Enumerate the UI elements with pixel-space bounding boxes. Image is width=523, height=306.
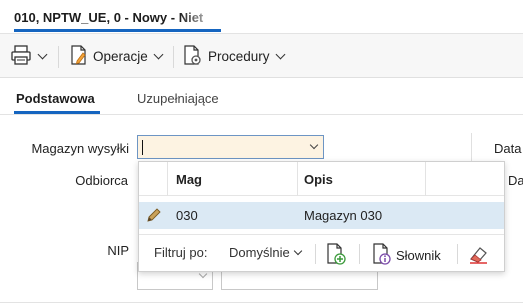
date-label: Data [494, 141, 522, 156]
tab-additional[interactable]: Uzupełniające [137, 91, 219, 106]
footer-separator [359, 244, 360, 264]
dictionary-button[interactable]: Słownik [371, 242, 441, 269]
footer-separator [315, 244, 316, 264]
column-header-opis[interactable]: Opis [304, 172, 333, 187]
footer-separator [457, 244, 458, 264]
toolbar-separator [173, 46, 174, 68]
date-label-secondary: Da [508, 173, 523, 188]
column-separator [167, 162, 168, 196]
column-header-mag[interactable]: Mag [176, 172, 202, 187]
list-item[interactable]: 030 Magazyn 030 [139, 202, 504, 229]
chevron-down-icon [293, 246, 302, 255]
cell-mag: 030 [176, 208, 198, 223]
nip-label: NIP [107, 243, 129, 258]
document-tab-title: 010, NPTW_UE, 0 - Nowy - Niet [14, 10, 204, 25]
cell-opis: Magazyn 030 [304, 208, 383, 223]
document-edit-icon [68, 44, 90, 69]
dictionary-label: Słownik [396, 248, 441, 263]
procedures-label: Procedury [208, 48, 270, 64]
popup-footer: Filtruj po: Domyślnie Słownik [139, 234, 504, 272]
operations-label: Operacje [93, 48, 148, 64]
column-separator [425, 162, 426, 196]
chevron-down-icon [275, 49, 285, 59]
document-settings-icon [182, 44, 204, 69]
recipient-label: Odbiorca [75, 173, 128, 188]
popup-header: Mag Opis [139, 162, 504, 196]
toolbar-separator [58, 46, 59, 68]
filter-value: Domyślnie [229, 245, 290, 260]
toolbar: Operacje Procedury [0, 34, 523, 78]
warehouse-dropdown-popup: Mag Opis 030 Magazyn 030 Filtruj po: Dom… [138, 161, 505, 272]
document-tab[interactable]: 010, NPTW_UE, 0 - Nowy - Niet [0, 0, 221, 32]
filter-dropdown[interactable]: Domyślnie [229, 245, 302, 260]
printer-icon [10, 44, 32, 69]
form-bottom-divider [0, 302, 523, 303]
chevron-down-icon [153, 49, 164, 59]
document-window: 010, NPTW_UE, 0 - Nowy - Niet Operacje P… [0, 0, 523, 306]
add-document-icon[interactable] [325, 242, 347, 269]
warehouse-combobox[interactable] [137, 135, 324, 159]
warehouse-label: Magazyn wysyłki [31, 141, 129, 156]
eraser-icon[interactable] [467, 243, 491, 268]
procedures-menu-button[interactable]: Procedury [182, 44, 285, 69]
chevron-down-icon[interactable] [309, 140, 319, 150]
section-divider [0, 114, 523, 115]
pencil-icon [146, 207, 162, 226]
tab-basic[interactable]: Podstawowa [16, 91, 95, 106]
column-separator [297, 162, 298, 196]
operations-menu-button[interactable]: Operacje [68, 44, 164, 69]
text-caret [142, 140, 143, 155]
filter-label: Filtruj po: [154, 245, 208, 260]
chevron-down-icon [37, 49, 48, 59]
print-button[interactable] [10, 44, 48, 69]
document-tab-indicator [14, 29, 221, 32]
document-info-icon [371, 242, 393, 269]
